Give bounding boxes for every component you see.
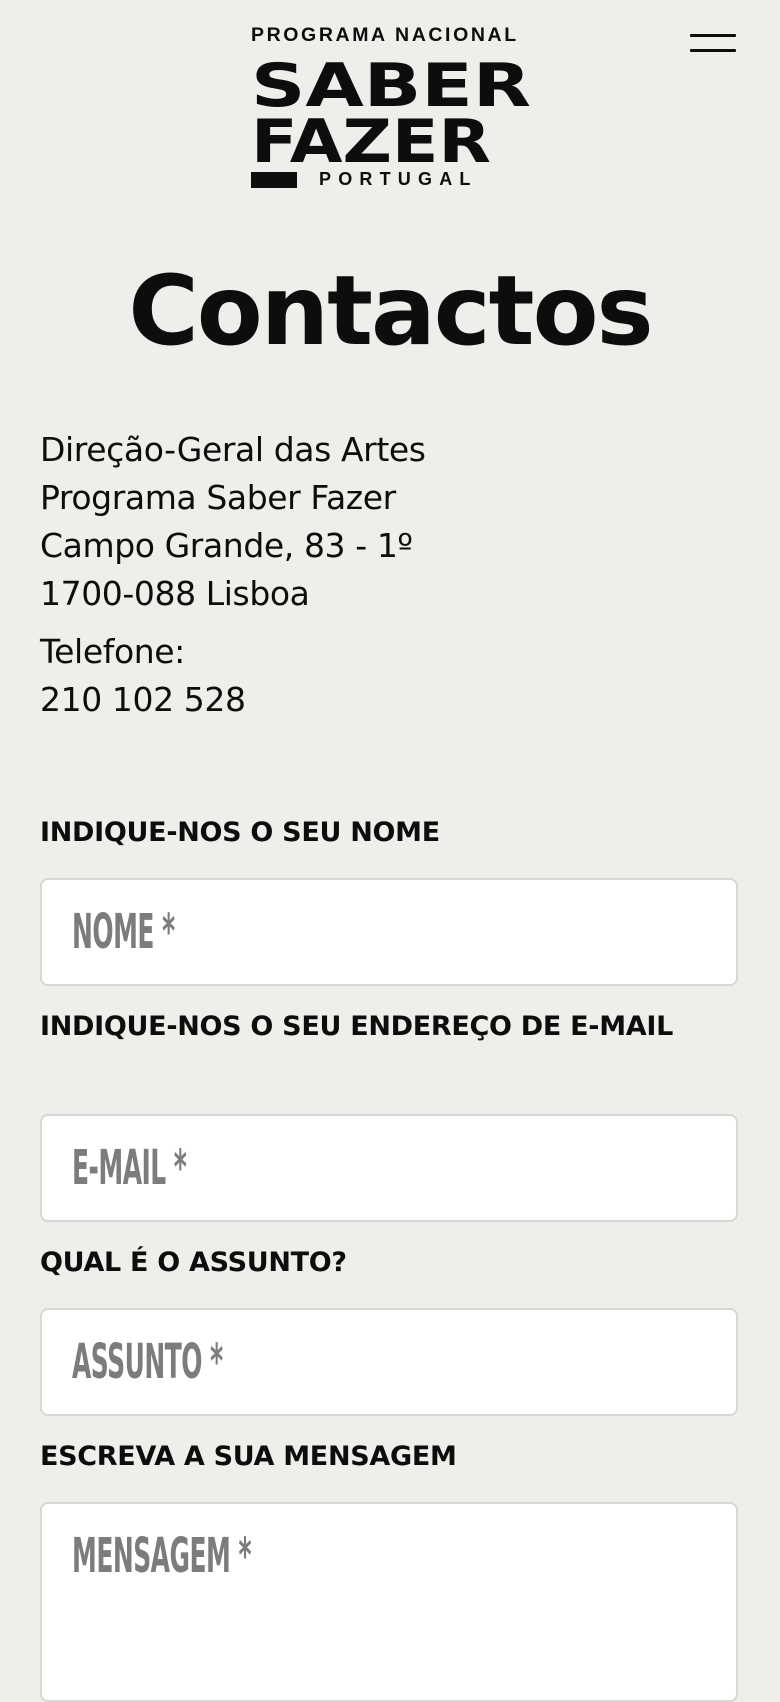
- message-field: MENSAGEM *: [40, 1502, 738, 1702]
- address-line: Campo Grande, 83 - 1º: [40, 526, 413, 565]
- name-field: NOME *: [40, 878, 738, 986]
- phone-label: Telefone:: [40, 632, 185, 671]
- subject-input[interactable]: [42, 1310, 736, 1414]
- message-textarea[interactable]: [42, 1504, 736, 1700]
- phone-block: Telefone: 210 102 528: [40, 628, 740, 724]
- logo-top-text: PROGRAMA NACIONAL: [251, 24, 519, 46]
- email-label: INDIQUE-NOS O SEU ENDEREÇO DE E-MAIL: [40, 1011, 674, 1042]
- hamburger-menu-icon[interactable]: [688, 32, 738, 58]
- address-line: 1700-088 Lisboa: [40, 574, 310, 613]
- phone-number[interactable]: 210 102 528: [40, 676, 740, 724]
- address-line: Direção-Geral das Artes: [40, 430, 426, 469]
- logo-line-2: FAZER: [251, 107, 491, 164]
- subject-field: ASSUNTO *: [40, 1308, 738, 1416]
- menu-line: [690, 49, 736, 52]
- message-label: ESCREVA A SUA MENSAGEM: [40, 1441, 457, 1472]
- name-label: INDIQUE-NOS O SEU NOME: [40, 817, 440, 848]
- logo-bottom-text: PORTUGAL: [319, 169, 478, 189]
- address-block: Direção-Geral das Artes Programa Saber F…: [40, 426, 740, 618]
- logo-wordmark: SABER FAZER: [251, 54, 531, 164]
- subject-label: QUAL É O ASSUNTO?: [40, 1247, 347, 1278]
- site-logo[interactable]: PROGRAMA NACIONAL SABER FAZER PORTUGAL: [251, 24, 531, 190]
- logo-bar: [251, 172, 297, 188]
- page-title: Contactos: [128, 255, 653, 367]
- address-line: Programa Saber Fazer: [40, 478, 396, 517]
- email-input[interactable]: [42, 1116, 736, 1220]
- menu-line: [690, 34, 736, 37]
- name-input[interactable]: [42, 880, 736, 984]
- email-field: E-MAIL *: [40, 1114, 738, 1222]
